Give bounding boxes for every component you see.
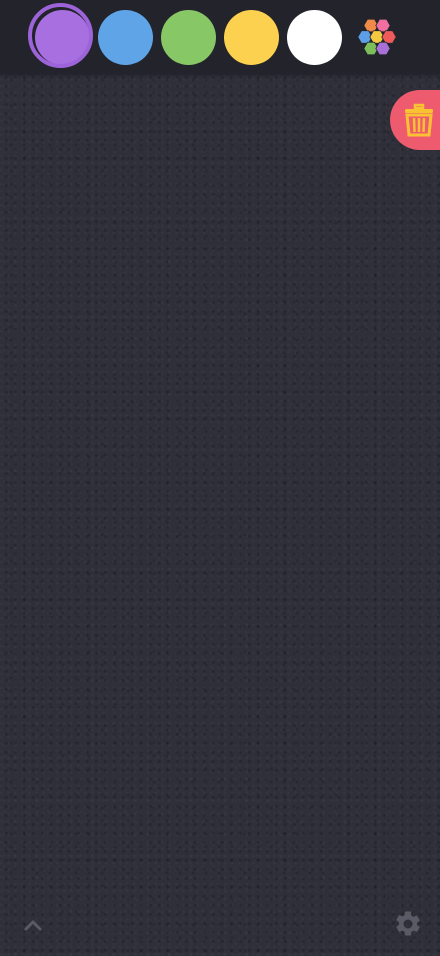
hexagon-segment: [375, 41, 391, 56]
multicolor-palette-button[interactable]: [355, 16, 399, 60]
color-swatch-4[interactable]: [224, 10, 279, 65]
color-swatch-5[interactable]: [287, 10, 342, 65]
settings-button[interactable]: [393, 909, 423, 939]
hexagon-segment: [381, 30, 397, 44]
gear-icon: [396, 911, 420, 936]
color-swatch-1[interactable]: [28, 3, 93, 68]
expand-toolbar-button[interactable]: [20, 913, 46, 937]
color-swatch-2[interactable]: [98, 10, 153, 65]
hexagon-segment: [375, 18, 391, 33]
hexagon-cluster-icon: [357, 18, 397, 56]
trash-button[interactable]: [390, 90, 440, 150]
color-swatch-3[interactable]: [161, 10, 216, 65]
chevron-up-icon: [24, 920, 42, 931]
trash-icon: [405, 103, 433, 137]
